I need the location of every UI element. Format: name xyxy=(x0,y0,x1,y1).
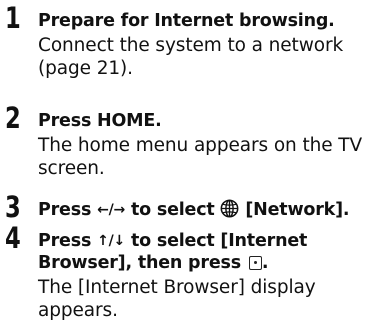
step-title: Press ←/→ to select [Network]. xyxy=(38,191,372,221)
step-number: 2 xyxy=(5,101,21,135)
step-title-text: to select xyxy=(130,200,215,220)
step-title-text: Press xyxy=(38,231,92,251)
step-description: The home menu appears on the TV screen. xyxy=(38,135,363,179)
step-content: Prepare for Internet browsing. Connect t… xyxy=(38,2,372,80)
up-down-arrows-icon: ↑/↓ xyxy=(97,233,126,249)
step-description: Connect the system to a network (page 21… xyxy=(38,35,344,79)
step-number: 4 xyxy=(5,221,21,255)
step-title-text: Press xyxy=(38,200,92,220)
step-title: Press HOME. xyxy=(38,111,162,131)
left-right-arrows-icon: ←/→ xyxy=(97,202,126,218)
step-number: 1 xyxy=(5,1,21,35)
step-title: Prepare for Internet browsing. xyxy=(38,11,335,31)
step-content: Press ↑/↓ to select [Internet Browser], … xyxy=(38,222,372,322)
step-content: Press ←/→ to select [Network]. xyxy=(38,191,372,221)
step-title-text: [Network]. xyxy=(245,200,350,220)
step-title: Press ↑/↓ to select [Internet Browser], … xyxy=(38,222,372,274)
step-description: The [Internet Browser] display appears. xyxy=(38,277,316,321)
globe-network-icon xyxy=(220,199,239,221)
enter-button-icon xyxy=(248,256,262,270)
step-title-text: . xyxy=(261,253,269,273)
step-content: Press HOME. The home menu appears on the… xyxy=(38,102,372,180)
step-number: 3 xyxy=(5,190,21,224)
